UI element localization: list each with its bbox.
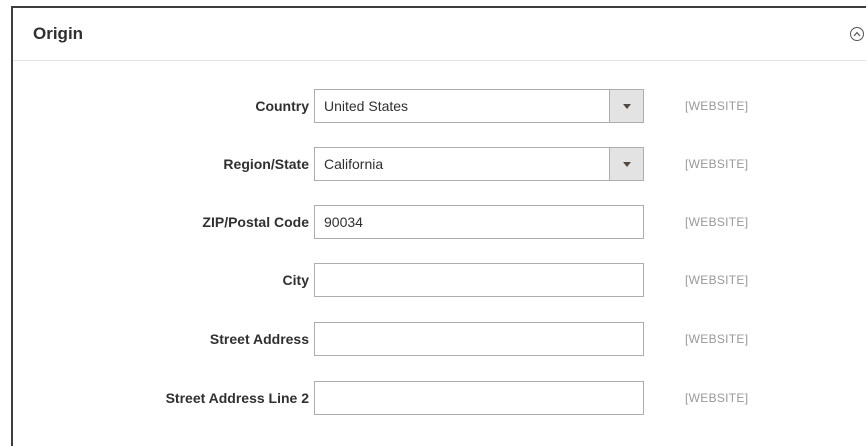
zip-scope: [WEBSITE] xyxy=(685,215,749,229)
collapse-icon[interactable] xyxy=(850,27,864,41)
street-2-label: Street Address Line 2 xyxy=(165,390,309,406)
form-row-zip: ZIP/Postal Code 90034 [WEBSITE] xyxy=(13,205,866,241)
street-input[interactable] xyxy=(314,322,644,356)
city-input[interactable] xyxy=(314,263,644,297)
street-2-input[interactable] xyxy=(314,381,644,415)
city-scope: [WEBSITE] xyxy=(685,273,749,287)
zip-label: ZIP/Postal Code xyxy=(202,214,309,230)
street-scope: [WEBSITE] xyxy=(685,332,749,346)
country-select[interactable]: United States xyxy=(314,89,644,123)
form-row-region: Region/State California [WEBSITE] xyxy=(13,147,866,183)
region-label: Region/State xyxy=(223,156,309,172)
region-select[interactable]: California xyxy=(314,147,644,181)
street-label: Street Address xyxy=(209,331,309,347)
country-label: Country xyxy=(255,98,309,114)
form-row-country: Country United States [WEBSITE] xyxy=(13,89,866,125)
caret-down-icon xyxy=(623,162,631,167)
country-scope: [WEBSITE] xyxy=(685,99,749,113)
region-scope: [WEBSITE] xyxy=(685,157,749,171)
section-divider xyxy=(13,60,866,61)
section-title[interactable]: Origin xyxy=(33,24,83,44)
region-value: California xyxy=(324,156,384,172)
country-value: United States xyxy=(324,98,409,114)
zip-input[interactable]: 90034 xyxy=(314,205,644,239)
country-dropdown-button[interactable] xyxy=(609,90,643,122)
form-row-street-2: Street Address Line 2 [WEBSITE] xyxy=(13,381,866,417)
origin-section: Origin Country United States [WEBSITE] R… xyxy=(11,6,866,446)
form-row-street: Street Address [WEBSITE] xyxy=(13,322,866,358)
zip-value: 90034 xyxy=(324,214,363,230)
street-2-scope: [WEBSITE] xyxy=(685,391,749,405)
caret-down-icon xyxy=(623,104,631,109)
form-row-city: City [WEBSITE] xyxy=(13,263,866,299)
region-dropdown-button[interactable] xyxy=(609,148,643,180)
city-label: City xyxy=(282,272,309,288)
